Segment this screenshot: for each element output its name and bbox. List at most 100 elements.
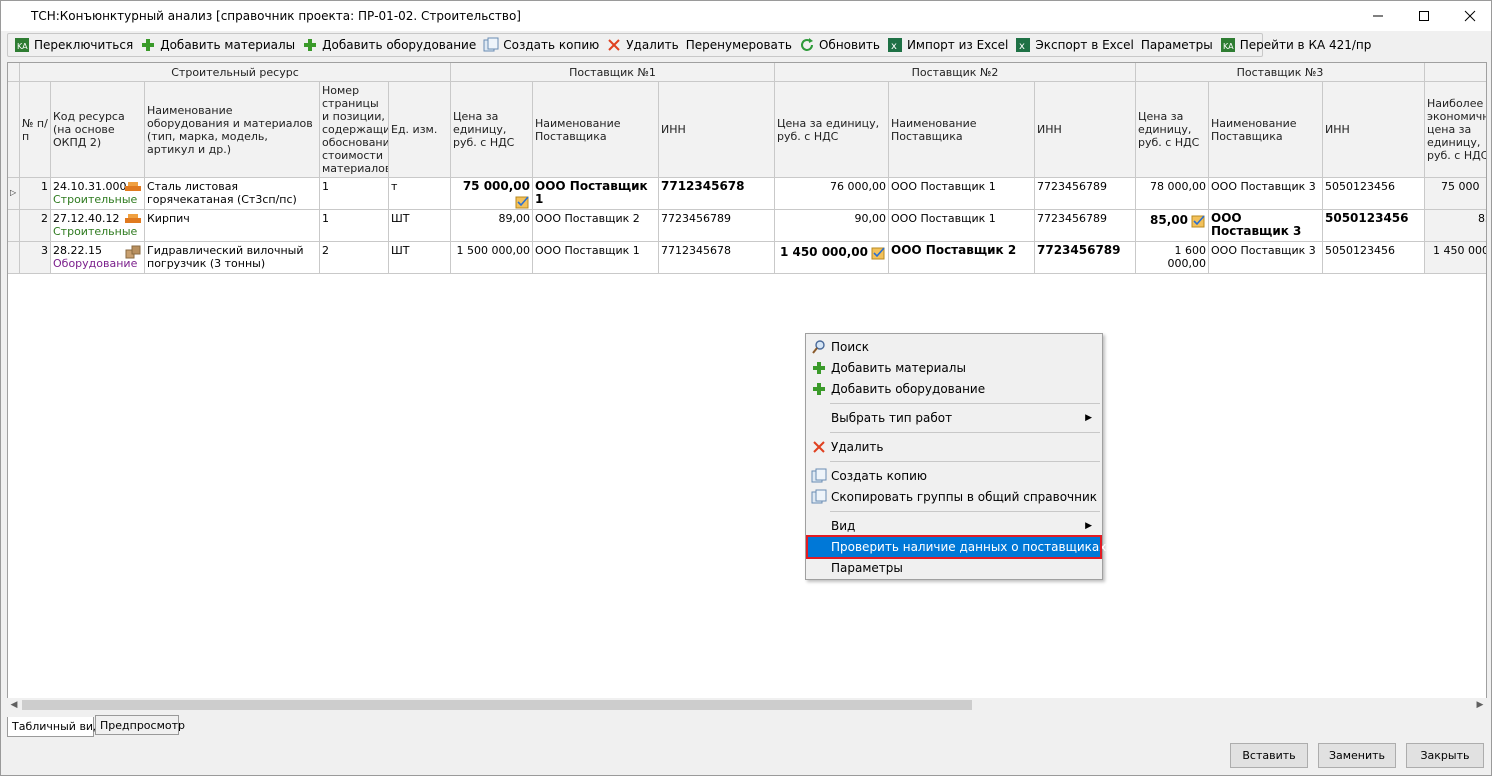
menu-item-check-suppliers[interactable]: Проверить наличие данных о поставщиках <box>806 535 1106 559</box>
row-3-best[interactable]: 1 450 000 <box>1425 242 1486 274</box>
export-excel-button[interactable]: x Экспорт в Excel <box>1013 34 1139 56</box>
col-header-s2-name[interactable]: Наименование Поставщика <box>889 82 1035 178</box>
menu-item-view[interactable]: Вид ▶ <box>808 516 1100 536</box>
row-1-s2-name[interactable]: ООО Поставщик 1 <box>889 178 1035 210</box>
menu-item-create-copy[interactable]: Создать копию <box>808 466 1100 486</box>
row-3-s3-price[interactable]: 1 600 000,00 <box>1136 242 1209 274</box>
col-header-name[interactable]: Наименование оборудования и материалов (… <box>145 82 320 178</box>
row-3-name[interactable]: Гидравлический вилочный погрузчик (3 тон… <box>145 242 320 274</box>
row-3-s3-name[interactable]: ООО Поставщик 3 <box>1209 242 1323 274</box>
row-1-code-cell[interactable]: 24.10.31.000 Строительные <box>51 178 145 210</box>
row-2-s1-name[interactable]: ООО Поставщик 2 <box>533 210 659 242</box>
row-3-s2-price-cell[interactable]: 1 450 000,00 <box>775 242 889 274</box>
row-2-s1-inn[interactable]: 7723456789 <box>659 210 775 242</box>
import-excel-button[interactable]: x Импорт из Excel <box>885 34 1013 56</box>
params-button[interactable]: Параметры <box>1139 34 1218 56</box>
minimize-button[interactable] <box>1355 1 1401 31</box>
horizontal-scrollbar[interactable]: ◀ ▶ <box>7 698 1487 712</box>
row-2-s3-name[interactable]: ООО Поставщик 3 <box>1209 210 1323 242</box>
row-2-unit[interactable]: ШТ <box>389 210 451 242</box>
row-3-s1-inn[interactable]: 7712345678 <box>659 242 775 274</box>
menu-item-choose-work-type[interactable]: Выбрать тип работ ▶ <box>808 408 1100 428</box>
row-2-s3-inn[interactable]: 5050123456 <box>1323 210 1425 242</box>
row-3-s1-price[interactable]: 1 500 000,00 <box>451 242 533 274</box>
row-1-s1-price-cell[interactable]: 75 000,00 <box>451 178 533 210</box>
row-2-s2-inn[interactable]: 7723456789 <box>1035 210 1136 242</box>
col-header-s3-name[interactable]: Наименование Поставщика <box>1209 82 1323 178</box>
row-3-code-cell[interactable]: 28.22.15 Оборудование <box>51 242 145 274</box>
scrollbar-thumb[interactable] <box>22 700 972 710</box>
row-1-s3-name[interactable]: ООО Поставщик 3 <box>1209 178 1323 210</box>
row-2-s3-price-cell[interactable]: 85,00 <box>1136 210 1209 242</box>
menu-item-view-label: Вид <box>831 519 856 533</box>
renumber-button[interactable]: Перенумеровать <box>684 34 797 56</box>
row-2-s1-price[interactable]: 89,00 <box>451 210 533 242</box>
row-1-s3-price[interactable]: 78 000,00 <box>1136 178 1209 210</box>
row-1-s1-inn[interactable]: 7712345678 <box>659 178 775 210</box>
row-2-page[interactable]: 1 <box>320 210 389 242</box>
menu-item-add-equipment[interactable]: Добавить оборудование <box>808 379 1100 399</box>
col-header-s2-price[interactable]: Цена за единицу, руб. с НДС <box>775 82 889 178</box>
row-1-s2-price[interactable]: 76 000,00 <box>775 178 889 210</box>
row-1-page[interactable]: 1 <box>320 178 389 210</box>
row-1-unit[interactable]: т <box>389 178 451 210</box>
row-3-s2-inn[interactable]: 7723456789 <box>1035 242 1136 274</box>
tab-table-view[interactable]: Табличный вид <box>7 717 101 737</box>
row-2-indicator[interactable] <box>8 210 20 242</box>
export-excel-label: Экспорт в Excel <box>1035 38 1134 52</box>
add-materials-button[interactable]: Добавить материалы <box>138 34 300 56</box>
row-2-s2-price[interactable]: 90,00 <box>775 210 889 242</box>
row-1-s3-inn[interactable]: 5050123456 <box>1323 178 1425 210</box>
row-2-s2-name[interactable]: ООО Поставщик 1 <box>889 210 1035 242</box>
col-header-s1-name[interactable]: Наименование Поставщика <box>533 82 659 178</box>
col-header-page[interactable]: Номер страницы и позиции, содержащие обо… <box>320 82 389 178</box>
row-2-name[interactable]: Кирпич <box>145 210 320 242</box>
row-3-s3-inn[interactable]: 5050123456 <box>1323 242 1425 274</box>
row-2-code-cell[interactable]: 27.12.40.12 Строительные <box>51 210 145 242</box>
row-3-page[interactable]: 2 <box>320 242 389 274</box>
row-1-best[interactable]: 75 000 <box>1425 178 1486 210</box>
col-header-unit[interactable]: Ед. изм. <box>389 82 451 178</box>
menu-item-delete[interactable]: Удалить <box>808 437 1100 457</box>
insert-button[interactable]: Вставить <box>1230 743 1308 768</box>
refresh-button[interactable]: Обновить <box>797 34 885 56</box>
row-3-s2-name[interactable]: ООО Поставщик 2 <box>889 242 1035 274</box>
close-button[interactable]: Закрыть <box>1406 743 1484 768</box>
replace-button[interactable]: Заменить <box>1318 743 1396 768</box>
scroll-right-icon[interactable]: ▶ <box>1473 698 1487 712</box>
col-header-num[interactable]: № п/п <box>20 82 51 178</box>
row-1-s2-inn[interactable]: 7723456789 <box>1035 178 1136 210</box>
row-2-num[interactable]: 2 <box>20 210 51 242</box>
scroll-left-icon[interactable]: ◀ <box>7 698 21 712</box>
row-1-s1-name[interactable]: ООО Поставщик 1 <box>533 178 659 210</box>
create-copy-button[interactable]: Создать копию <box>481 34 604 56</box>
row-current-indicator[interactable]: ▷ <box>8 178 20 210</box>
menu-item-search[interactable]: Поиск <box>808 337 1100 357</box>
close-window-button[interactable] <box>1447 1 1492 31</box>
maximize-button[interactable] <box>1401 1 1447 31</box>
col-header-s3-inn[interactable]: ИНН <box>1323 82 1425 178</box>
col-header-best[interactable]: Наиболее экономичная цена за единицу, ру… <box>1425 82 1486 178</box>
tab-preview[interactable]: Предпросмотр <box>95 715 185 735</box>
row-1-name[interactable]: Сталь листовая горячекатаная (Ст3сп/пс) <box>145 178 320 210</box>
row-1-num[interactable]: 1 <box>20 178 51 210</box>
col-header-s1-price[interactable]: Цена за единицу, руб. с НДС <box>451 82 533 178</box>
col-header-code[interactable]: Код ресурса (на основе ОКПД 2) <box>51 82 145 178</box>
menu-item-copy-groups[interactable]: Скопировать группы в общий справочник <box>808 487 1100 507</box>
row-3-unit[interactable]: ШТ <box>389 242 451 274</box>
add-equipment-button[interactable]: Добавить оборудование <box>300 34 481 56</box>
col-header-s3-price[interactable]: Цена за единицу, руб. с НДС <box>1136 82 1209 178</box>
col-header-s1-inn[interactable]: ИНН <box>659 82 775 178</box>
switch-button[interactable]: KA Переключиться <box>12 34 138 56</box>
submenu-arrow-icon: ▶ <box>1085 521 1092 531</box>
row-2-best[interactable]: 85 <box>1425 210 1486 242</box>
menu-item-params[interactable]: Параметры <box>808 558 1100 578</box>
data-grid[interactable]: Строительный ресурс Поставщик №1 Поставщ… <box>7 62 1487 711</box>
goto-ka-button[interactable]: KA Перейти в КА 421/пр <box>1218 34 1377 56</box>
menu-item-add-materials[interactable]: Добавить материалы <box>808 358 1100 378</box>
delete-button[interactable]: Удалить <box>604 34 684 56</box>
row-3-num[interactable]: 3 <box>20 242 51 274</box>
col-header-s2-inn[interactable]: ИНН <box>1035 82 1136 178</box>
row-3-indicator[interactable] <box>8 242 20 274</box>
row-3-s1-name[interactable]: ООО Поставщик 1 <box>533 242 659 274</box>
